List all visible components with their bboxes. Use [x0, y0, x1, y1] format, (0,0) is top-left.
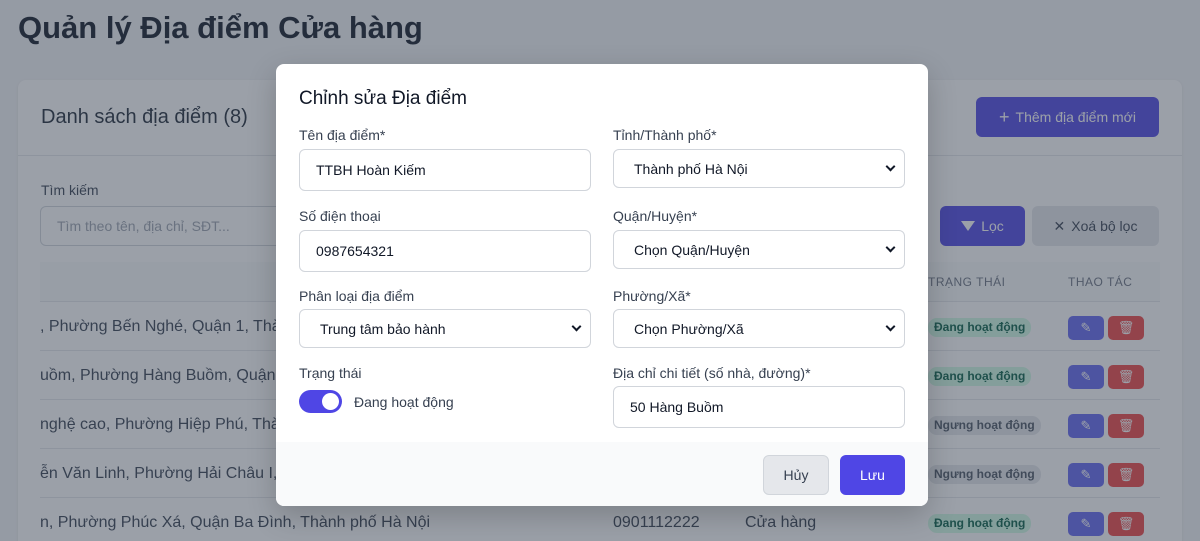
district-value: Chọn Quận/Huyện — [634, 241, 750, 258]
ward-label: Phường/Xã* — [613, 288, 691, 304]
cancel-button[interactable]: Hủy — [763, 455, 829, 495]
chevron-down-icon — [885, 161, 896, 172]
status-toggle[interactable] — [299, 390, 342, 413]
toggle-knob — [322, 393, 339, 410]
province-select[interactable]: Thành phố Hà Nội — [613, 149, 905, 188]
ward-value: Chọn Phường/Xã — [634, 320, 744, 337]
status-toggle-label: Đang hoạt động — [354, 394, 454, 410]
name-label: Tên địa điểm* — [299, 127, 386, 143]
address-field[interactable] — [613, 386, 905, 428]
province-label: Tỉnh/Thành phố* — [613, 127, 717, 143]
edit-location-modal: Chỉnh sửa Địa điểm Tên địa điểm* Số điện… — [276, 64, 928, 506]
district-label: Quận/Huyện* — [613, 208, 698, 224]
category-label: Phân loại địa điểm — [299, 288, 415, 304]
phone-field[interactable] — [299, 230, 591, 272]
address-label: Địa chỉ chi tiết (số nhà, đường)* — [613, 365, 811, 381]
status-label: Trạng thái — [299, 365, 362, 381]
ward-select[interactable]: Chọn Phường/Xã — [613, 309, 905, 348]
name-field[interactable] — [299, 149, 591, 191]
chevron-down-icon — [885, 321, 896, 332]
category-select[interactable]: Trung tâm bảo hành — [299, 309, 591, 348]
district-select[interactable]: Chọn Quận/Huyện — [613, 230, 905, 269]
modal-footer: Hủy Lưu — [276, 442, 928, 506]
chevron-down-icon — [571, 321, 582, 332]
chevron-down-icon — [885, 242, 896, 253]
province-value: Thành phố Hà Nội — [634, 160, 748, 177]
category-value: Trung tâm bảo hành — [320, 320, 446, 337]
phone-label: Số điện thoại — [299, 208, 381, 224]
modal-title: Chỉnh sửa Địa điểm — [299, 88, 467, 109]
save-button[interactable]: Lưu — [840, 455, 905, 495]
